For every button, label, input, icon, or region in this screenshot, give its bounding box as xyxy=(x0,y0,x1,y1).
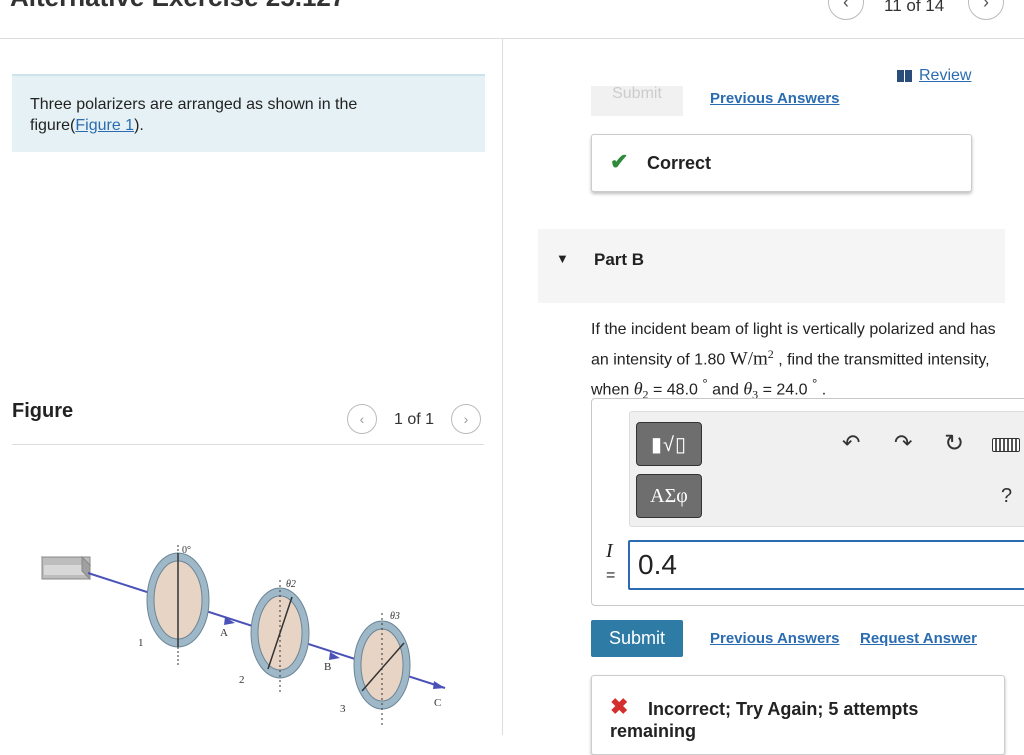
chevron-right-icon: › xyxy=(463,411,469,427)
review-link[interactable]: Review xyxy=(897,67,971,85)
math-toolbar: ▮√▯ ΑΣφ ↶ ↷ ↻ ? xyxy=(629,411,1024,527)
undo-icon[interactable]: ↶ xyxy=(842,430,860,456)
equals-sign: = xyxy=(606,567,616,584)
chevron-right-icon: › xyxy=(983,0,989,12)
templates-button[interactable]: ▮√▯ xyxy=(636,422,702,466)
part-a-submit-button[interactable]: Submit xyxy=(591,85,683,116)
item-counter: 11 of 14 xyxy=(884,0,945,15)
prev-item-button[interactable]: ‹ xyxy=(828,0,864,20)
polarizer-2 xyxy=(250,580,310,695)
submit-button[interactable]: Submit xyxy=(591,620,683,657)
templates-icon: ▮√▯ xyxy=(651,433,687,456)
polarizer-2-number: 2 xyxy=(239,674,245,686)
part-a-previous-answers-link[interactable]: Previous Answers xyxy=(710,90,840,107)
incorrect-text: Incorrect; Try Again; 5 attempts remaini… xyxy=(610,699,919,741)
label-b: B xyxy=(324,661,331,673)
figure-label: Figure xyxy=(12,400,74,422)
check-icon: ✔ xyxy=(610,149,629,174)
variable-label: I xyxy=(606,540,613,562)
light-source xyxy=(40,555,92,581)
part-b-question: If the incident beam of light is vertica… xyxy=(591,321,996,402)
label-c: C xyxy=(434,697,441,709)
problem-text: Three polarizers are arranged as shown i… xyxy=(30,96,358,134)
redo-icon[interactable]: ↷ xyxy=(894,430,912,456)
polarizer-3-number: 3 xyxy=(340,703,346,715)
chevron-left-icon: ‹ xyxy=(843,0,849,12)
chevron-left-icon: ‹ xyxy=(359,411,365,427)
header-divider xyxy=(0,38,1024,39)
polarizer-3 xyxy=(353,613,411,725)
theta2-label: θ2 xyxy=(286,579,296,590)
polarizer-1 xyxy=(146,545,210,665)
figure-divider xyxy=(12,444,484,445)
figure-counter: 1 of 1 xyxy=(394,411,435,428)
figure-prev-button[interactable]: ‹ xyxy=(347,404,377,434)
problem-statement: Three polarizers are arranged as shown i… xyxy=(12,74,485,152)
caret-down-icon: ▼ xyxy=(556,251,569,266)
part-b-title: Part B xyxy=(594,250,645,269)
request-answer-link[interactable]: Request Answer xyxy=(860,630,977,647)
part-b-header[interactable]: ▼ Part B xyxy=(538,229,1005,303)
greek-symbols-button[interactable]: ΑΣφ xyxy=(636,474,702,518)
polarizer-1-number: 1 xyxy=(138,637,144,649)
figure-next-button[interactable]: › xyxy=(451,404,481,434)
answer-input[interactable]: 0.4 xyxy=(628,540,1024,590)
reset-icon[interactable]: ↻ xyxy=(944,429,964,458)
page-title: Alternative Exercise 25.127 xyxy=(10,0,345,13)
theta3-label: θ3 xyxy=(390,611,400,622)
polarizer-figure: 0° θ2 θ3 1 2 3 A B C xyxy=(40,545,446,725)
label-a: A xyxy=(220,627,228,639)
correct-feedback: ✔ Correct xyxy=(591,134,972,192)
previous-answers-link[interactable]: Previous Answers xyxy=(710,630,840,647)
beam-arrow-c xyxy=(433,681,445,689)
figure-link[interactable]: Figure 1 xyxy=(75,117,134,134)
keyboard-icon[interactable] xyxy=(992,438,1020,452)
next-item-button[interactable]: › xyxy=(968,0,1004,20)
angle-0-label: 0° xyxy=(182,545,191,556)
pane-divider xyxy=(502,38,503,735)
incorrect-feedback: ✖ Incorrect; Try Again; 5 attempts remai… xyxy=(591,675,1005,755)
help-icon[interactable]: ? xyxy=(1001,485,1012,508)
book-icon xyxy=(897,70,913,82)
correct-text: Correct xyxy=(647,153,712,173)
